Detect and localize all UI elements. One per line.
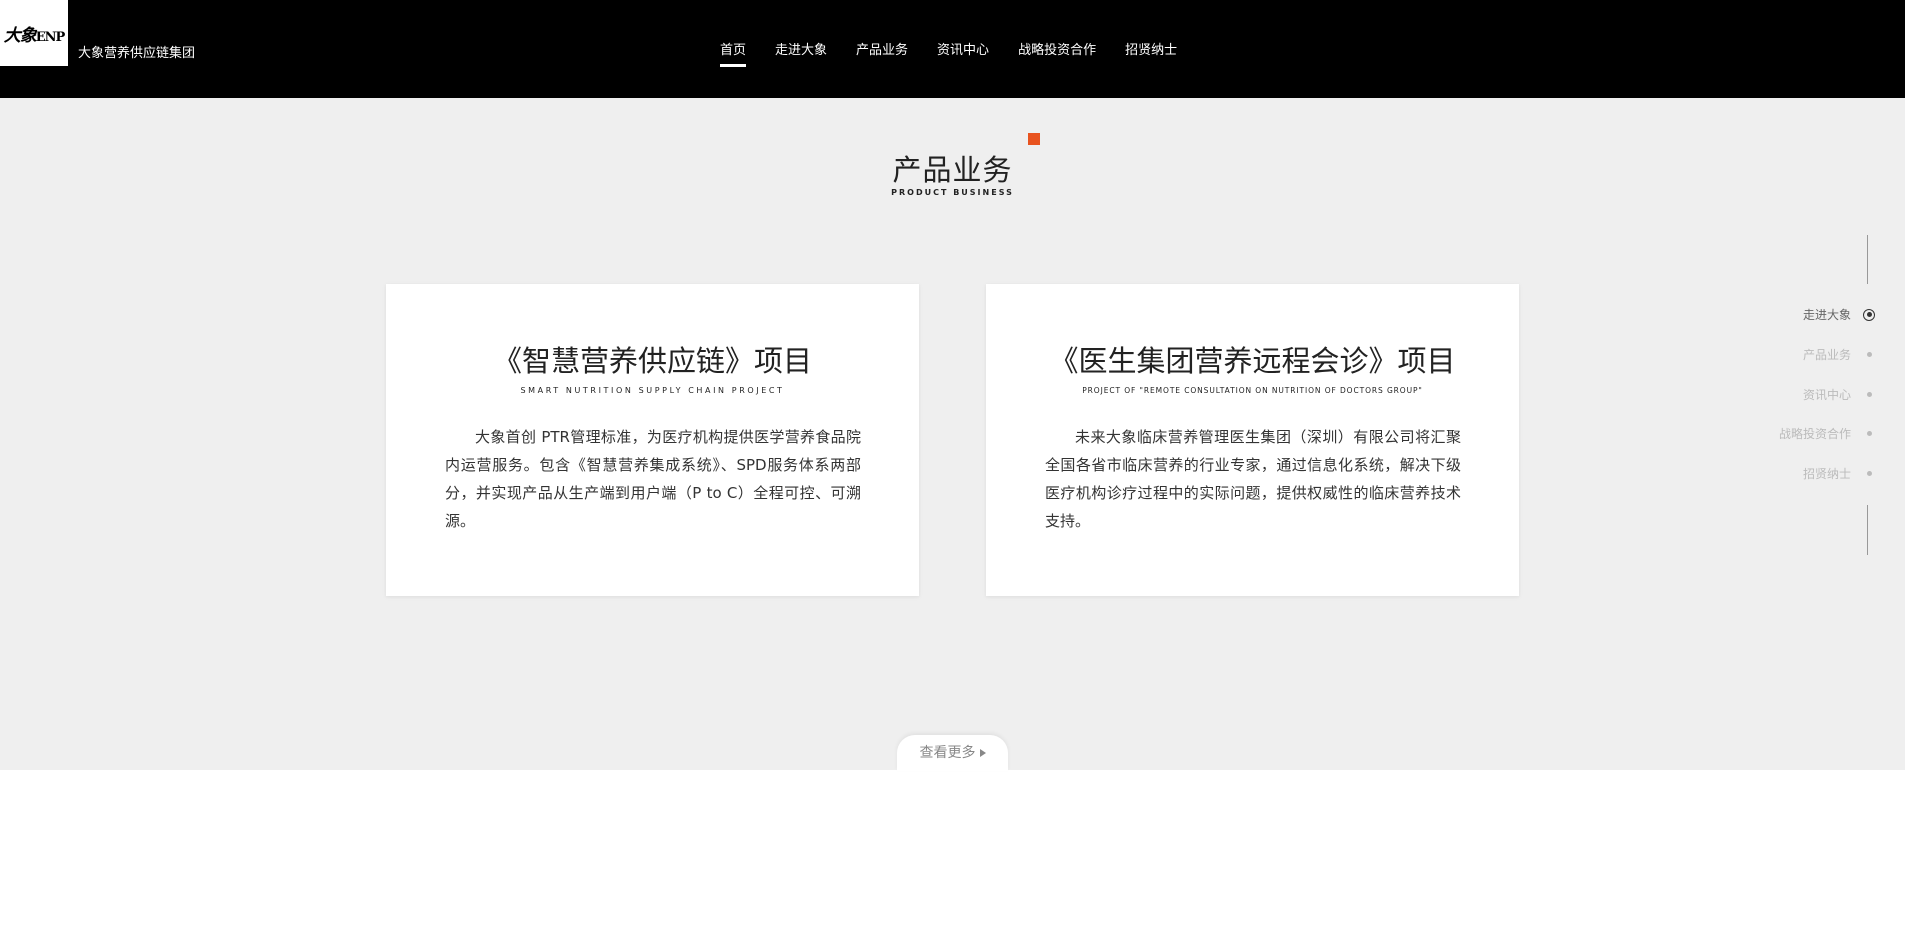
view-more-label: 查看更多 (919, 745, 976, 761)
nav-item-products[interactable]: 产品业务 (856, 39, 908, 58)
side-nav-dot-icon (1863, 308, 1875, 321)
accent-square (1028, 133, 1040, 145)
logo[interactable]: 大象ENP (0, 0, 68, 66)
side-nav-label: 走进大象 (1802, 308, 1851, 322)
product-card-smart-nutrition[interactable]: 《智慧营养供应链》项目 SMART NUTRITION SUPPLY CHAIN… (386, 284, 919, 596)
side-nav-label: 资讯中心 (1802, 388, 1851, 402)
view-more-button[interactable]: 查看更多 (897, 735, 1008, 771)
card-subtitle: SMART NUTRITION SUPPLY CHAIN PROJECT (520, 386, 785, 395)
side-nav-item-investment[interactable]: 战略投资合作 (1779, 425, 1875, 442)
product-section: 产品业务 PRODUCT BUSINESS 《智慧营养供应链》项目 SMART … (0, 98, 1905, 771)
side-nav-dot-icon (1863, 428, 1875, 440)
card-title: 《智慧营养供应链》项目 (492, 344, 812, 378)
side-nav-item-about[interactable]: 走进大象 (1803, 306, 1875, 323)
logo-cn-text: 大象 (3, 25, 37, 46)
card-description: 未来大象临床营养管理医生集团（深圳）有限公司将汇聚全国各省市临床营养的行业专家，… (1045, 428, 1461, 530)
section-subtitle: PRODUCT BUSINESS (891, 188, 1014, 197)
nav-item-home[interactable]: 首页 (720, 39, 747, 67)
side-nav-line-top (1867, 235, 1868, 284)
side-nav-item-products[interactable]: 产品业务 (1803, 346, 1875, 363)
nav-item-investment[interactable]: 战略投资合作 (1018, 39, 1096, 58)
main-nav: 首页 走进大象 产品业务 资讯中心 战略投资合作 招贤纳士 (720, 39, 1177, 67)
side-nav-line-bottom (1867, 505, 1868, 555)
side-nav-label: 招贤纳士 (1802, 467, 1851, 481)
section-title: 产品业务 (892, 153, 1013, 187)
logo-text: ENP (35, 29, 66, 45)
site-header: 大象ENP 大象营养供应链集团 首页 走进大象 产品业务 资讯中心 战略投资合作… (0, 0, 1905, 98)
nav-item-news[interactable]: 资讯中心 (937, 39, 989, 58)
nav-item-careers[interactable]: 招贤纳士 (1125, 39, 1177, 58)
side-nav-dot-icon (1863, 349, 1875, 361)
card-title: 《医生集团营养远程会诊》项目 (1049, 344, 1456, 378)
product-card-remote-consultation[interactable]: 《医生集团营养远程会诊》项目 PROJECT OF "REMOTE CONSUL… (986, 284, 1519, 596)
logo-mark: 大象ENP (3, 21, 66, 46)
side-nav-item-careers[interactable]: 招贤纳士 (1803, 465, 1875, 482)
side-nav-item-news[interactable]: 资讯中心 (1803, 386, 1875, 403)
card-subtitle: PROJECT OF "REMOTE CONSULTATION ON NUTRI… (1082, 386, 1423, 395)
nav-item-about[interactable]: 走进大象 (775, 39, 827, 58)
card-description: 大象首创 PTR管理标准，为医疗机构提供医学营养食品院内运营服务。包含《智慧营养… (445, 428, 861, 530)
brand-name: 大象营养供应链集团 (78, 46, 196, 61)
side-nav-dot-icon (1863, 389, 1875, 401)
side-nav-label: 产品业务 (1802, 348, 1851, 362)
play-icon (979, 749, 986, 757)
side-nav-dot-icon (1863, 468, 1875, 480)
side-nav-label: 战略投资合作 (1778, 427, 1851, 441)
